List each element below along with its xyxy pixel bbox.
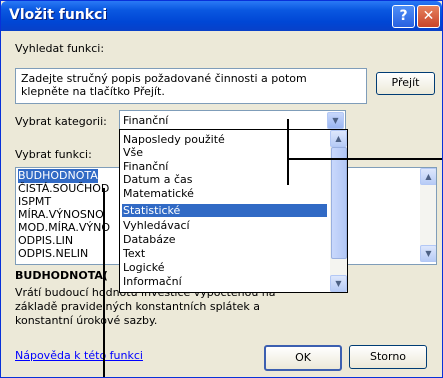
search-input-text: Zadejte stručný popis požadované činnost… bbox=[21, 72, 307, 98]
list-item[interactable]: ČISTÁ.SOUČHOD bbox=[18, 182, 109, 196]
scroll-up-icon[interactable]: ▲ bbox=[330, 130, 347, 147]
category-option[interactable]: Datum a čas bbox=[122, 173, 327, 186]
category-value: Finanční bbox=[123, 114, 169, 127]
list-item[interactable]: MOD.MÍRA.VÝNO bbox=[18, 221, 110, 235]
functions-label: Vybrat funkci: bbox=[15, 148, 92, 161]
category-option[interactable]: Databáze bbox=[122, 233, 327, 246]
category-option[interactable]: Informační bbox=[122, 275, 327, 288]
function-signature: BUDHODNOTA( bbox=[15, 269, 108, 282]
close-icon[interactable]: ✕ bbox=[417, 5, 440, 28]
cancel-button[interactable]: Storno bbox=[349, 345, 427, 369]
help-link[interactable]: Nápověda k této funkci bbox=[15, 349, 143, 362]
scrollbar-thumb[interactable] bbox=[331, 147, 347, 259]
insert-function-dialog: Vložit funkci ? ✕ Vyhledat funkci: Zadej… bbox=[0, 0, 443, 378]
window-title: Vložit funkci bbox=[9, 7, 108, 23]
help-icon[interactable]: ? bbox=[392, 5, 415, 28]
callout-line bbox=[287, 119, 289, 185]
category-option-selected[interactable]: Statistické bbox=[122, 204, 327, 217]
callout-line bbox=[289, 158, 442, 160]
list-item[interactable]: ODPIS.NELIN bbox=[18, 247, 88, 261]
list-item[interactable]: ODPIS.LIN bbox=[18, 234, 73, 248]
dropdown-scrollbar[interactable]: ▲ ▼ bbox=[330, 130, 347, 292]
list-item[interactable]: MÍRA.VÝNOSNO bbox=[18, 208, 104, 222]
callout-line bbox=[103, 188, 105, 377]
category-label: Vybrat kategorii: bbox=[15, 115, 107, 128]
search-label: Vyhledat funkci: bbox=[15, 42, 105, 55]
function-list-scrollbar[interactable]: ▲ ▼ bbox=[420, 168, 436, 262]
scroll-down-icon[interactable]: ▼ bbox=[420, 245, 436, 262]
title-bar: Vložit funkci ? ✕ bbox=[1, 1, 442, 31]
category-option[interactable]: Text bbox=[122, 247, 327, 260]
scroll-down-icon[interactable]: ▼ bbox=[330, 275, 347, 292]
scroll-up-icon[interactable]: ▲ bbox=[420, 168, 436, 185]
category-dropdown-list[interactable]: Naposledy použité Vše Finanční Datum a č… bbox=[119, 129, 348, 293]
category-option[interactable]: Logické bbox=[122, 261, 327, 274]
search-input[interactable]: Zadejte stručný popis požadované činnost… bbox=[15, 68, 367, 104]
list-item[interactable]: ISPMT bbox=[18, 195, 51, 209]
category-option[interactable]: Matematické bbox=[122, 187, 327, 200]
ok-button[interactable]: OK bbox=[264, 345, 342, 371]
category-select[interactable]: Finanční ▼ bbox=[119, 110, 346, 131]
list-item[interactable]: BUDHODNOTA bbox=[18, 169, 98, 183]
category-option[interactable]: Finanční bbox=[122, 160, 327, 173]
chevron-down-icon[interactable]: ▼ bbox=[327, 112, 344, 129]
category-option[interactable]: Vyhledávací bbox=[122, 219, 327, 232]
category-option[interactable]: Naposledy použité bbox=[122, 133, 327, 146]
go-button[interactable]: Přejít bbox=[376, 72, 435, 95]
